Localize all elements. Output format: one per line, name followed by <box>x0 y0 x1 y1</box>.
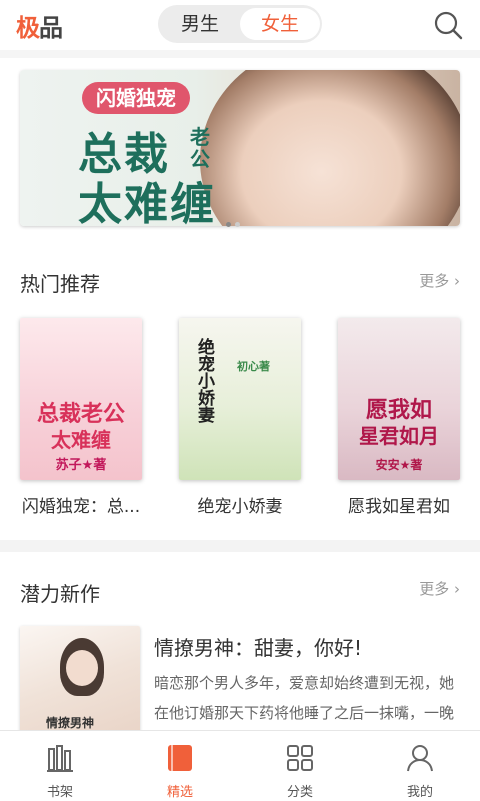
bottom-tab-bar: 书架 精选 分类 我的 <box>0 730 480 801</box>
banner-page-indicator <box>226 212 244 231</box>
book-cover: 绝宠小娇妻 初心著 <box>179 318 301 480</box>
book-name: 绝宠小娇妻 <box>197 497 283 517</box>
section-title-new: 潜力新作 <box>20 582 100 606</box>
cover-author: 苏子★著 <box>55 458 107 473</box>
banner-title-line2: 太难缠 <box>78 179 216 226</box>
book-cover: 愿我如 星君如月 安安★著 <box>338 318 460 480</box>
tab-label: 精选 <box>166 785 193 800</box>
tab-category[interactable]: 分类 <box>240 731 360 801</box>
tab-female[interactable]: 女生 <box>240 8 320 40</box>
page-dot <box>235 222 240 227</box>
cover-title-2: 太难缠 <box>51 428 111 452</box>
cover-title-2: 星君如月 <box>359 424 439 448</box>
cover-face <box>66 650 98 686</box>
tab-profile[interactable]: 我的 <box>360 731 480 801</box>
new-book-cover[interactable]: 情撩男神 <box>20 626 140 736</box>
promo-banner[interactable]: 闪婚独宠 总裁 老公 太难缠 <box>20 70 460 226</box>
book-item[interactable]: 总裁老公 太难缠 苏子★著 闪婚独宠：总... <box>20 318 142 517</box>
gender-switch: 男生 女生 <box>158 5 322 43</box>
category-icon <box>287 745 313 771</box>
book-item[interactable]: 愿我如 星君如月 安安★著 愿我如星君如 <box>338 318 460 517</box>
tab-featured[interactable]: 精选 <box>120 731 240 801</box>
new-book-title[interactable]: 情撩男神：甜妻，你好! <box>154 632 362 661</box>
book-item[interactable]: 绝宠小娇妻 初心著 绝宠小娇妻 <box>179 318 301 517</box>
top-bar: 极品 男生 女生 <box>0 0 480 50</box>
banner-pill: 闪婚独宠 <box>82 82 190 114</box>
tab-male[interactable]: 男生 <box>160 8 240 40</box>
more-link-hot[interactable]: 更多 › <box>419 270 460 291</box>
tab-label: 我的 <box>406 785 433 800</box>
tab-label: 书架 <box>46 785 73 800</box>
cover-author: 初心著 <box>237 360 270 373</box>
book-name: 闪婚独宠：总... <box>21 497 141 517</box>
more-link-new[interactable]: 更多 › <box>419 578 460 599</box>
cover-title: 绝宠小娇妻 <box>194 338 214 423</box>
featured-icon <box>168 745 192 771</box>
book-name: 愿我如星君如 <box>348 497 450 517</box>
new-book-cover-label: 情撩男神 <box>46 716 95 730</box>
tab-bookshelf[interactable]: 书架 <box>0 731 120 801</box>
banner-title-small: 老公 <box>190 125 210 171</box>
bookshelf-icon <box>47 745 73 772</box>
page-dot <box>226 222 231 227</box>
section-gap <box>0 540 480 552</box>
logo-rest-char: 品 <box>39 14 63 42</box>
header-divider <box>0 50 480 58</box>
logo-accent-char: 极 <box>16 14 40 42</box>
section-title-hot: 热门推荐 <box>20 272 100 296</box>
search-icon[interactable] <box>433 10 463 40</box>
banner-illustration <box>200 70 460 226</box>
profile-icon <box>407 745 433 772</box>
book-cover: 总裁老公 太难缠 苏子★著 <box>20 318 142 480</box>
app-logo: 极品 <box>16 8 63 43</box>
tab-label: 分类 <box>286 785 313 800</box>
cover-author: 安安★著 <box>375 458 423 472</box>
